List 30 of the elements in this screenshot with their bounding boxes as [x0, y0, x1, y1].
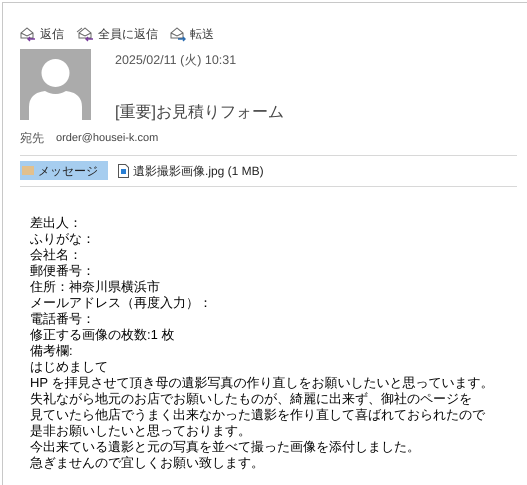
to-label: 宛先 [20, 130, 44, 147]
body-text-line: 郵便番号： [30, 262, 95, 279]
body-text-line: 住所：神奈川県横浜市 [30, 278, 160, 295]
recipient-address: order@housei-k.com [56, 130, 158, 146]
message-tab[interactable]: メッセージ [20, 161, 108, 180]
envelope-reply-all-icon [76, 26, 95, 42]
subject-text: [重要]お見積りフォーム [115, 102, 284, 123]
body-text-line: 今出来ている遺影と元の写真を並べて撮った画像を添付しました。 [30, 438, 420, 455]
body-text-line: 備考欄: [30, 342, 73, 359]
body-text-line: HP を拝見させて頂き母の遺影写真の作り直しをお願いしたいと思っています。 [30, 374, 494, 391]
body-text-line: 是非お願いしたいと思っております。 [30, 422, 251, 439]
attachment-item[interactable]: 遺影撮影画像.jpg (1 MB) [116, 161, 266, 180]
body-text-line: ふりがな： [30, 230, 95, 247]
body-text-line: メールアドレス（再度入力）： [30, 294, 212, 311]
avatar-icon [20, 49, 91, 120]
reply-button[interactable]: 返信 [20, 25, 64, 43]
body-text-line: 見ていたら他店でうまく出来なかった遺影を作り直して喜ばれておられたので [30, 406, 485, 423]
envelope-forward-icon [170, 26, 187, 42]
body-text-line: 失礼ながら地元のお店でお願いしたものが、綺麗に出来ず、御社のページを [30, 390, 472, 407]
image-file-icon [118, 164, 129, 178]
body-text-line: 会社名： [30, 246, 82, 263]
reply-all-button[interactable]: 全員に返信 [76, 25, 158, 43]
body-text-line: 修正する画像の枚数:1 枚 [30, 326, 174, 343]
body-text-line: はじめまして [30, 358, 108, 375]
envelope-reply-icon [20, 26, 37, 42]
body-text-line: 電話番号： [30, 310, 95, 327]
body-text-line: 差出人： [30, 214, 82, 231]
date-text: 2025/02/11 (火) 10:31 [115, 52, 238, 69]
body-text-line: 急ぎませんので宜しくお願い致します。 [30, 454, 264, 471]
forward-button[interactable]: 転送 [170, 25, 214, 43]
